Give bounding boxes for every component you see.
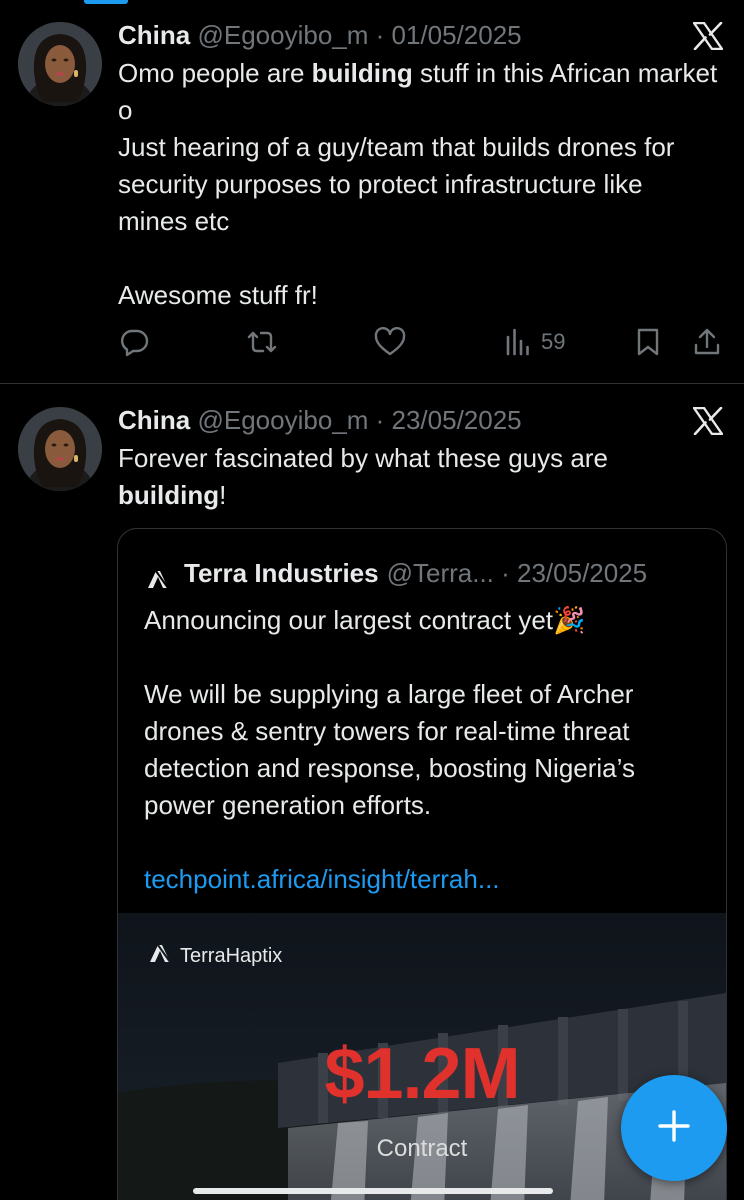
tweet-text: Omo people are building stuff in this Af… [118, 55, 718, 314]
views-button[interactable]: 59 [505, 322, 565, 362]
quote-text: Announcing our largest contract yet🎉 We … [144, 602, 704, 898]
share-button[interactable] [692, 322, 722, 362]
home-indicator[interactable] [193, 1188, 553, 1194]
bookmark-icon [635, 327, 661, 357]
text-bold-segment: building [311, 58, 413, 88]
share-icon [692, 327, 722, 357]
quote-header: Terra Industries @Terra... · 23/05/2025 [146, 556, 647, 590]
text-segment: Omo people are [118, 58, 312, 88]
quote-paragraph: Announcing our largest contract yet🎉 [144, 605, 586, 635]
media-brand: TerraHaptix [148, 943, 282, 969]
tweet-paragraph: Forever fascinated by what these guys ar… [118, 440, 718, 514]
tweet-header: China @Egooyibo_m · 01/05/2025 [118, 18, 522, 52]
timeline: China @Egooyibo_m · 01/05/2025 Omo peopl… [0, 0, 744, 1200]
tweet-paragraph: Just hearing of a guy/team that builds d… [118, 132, 675, 236]
quote-paragraph: We will be supplying a large fleet of Ar… [144, 679, 635, 820]
retweet-button[interactable] [245, 322, 279, 362]
plus-icon [656, 1108, 692, 1149]
reply-button[interactable] [119, 322, 149, 362]
text-segment: ! [219, 480, 227, 510]
tweet-paragraph: Omo people are building stuff in this Af… [118, 55, 718, 129]
tweet-header: China @Egooyibo_m · 23/05/2025 [118, 403, 522, 437]
media-brand-name: TerraHaptix [180, 944, 283, 967]
like-icon [374, 327, 406, 357]
compose-button[interactable] [621, 1075, 727, 1181]
author-name[interactable]: China [118, 405, 190, 435]
tweet-actions: 59 [0, 322, 744, 362]
x-logo-icon[interactable] [692, 21, 724, 51]
terra-logo-icon [146, 563, 170, 589]
tab-indicator [84, 0, 128, 4]
bookmark-button[interactable] [635, 322, 661, 362]
tweet-text: Forever fascinated by what these guys ar… [118, 440, 718, 514]
quote-link[interactable]: techpoint.africa/insight/terrah... [144, 861, 704, 898]
views-count: 59 [541, 329, 566, 354]
terra-logo-icon [148, 943, 180, 969]
views-icon [505, 327, 533, 357]
like-button[interactable] [374, 322, 406, 362]
quote-author-name[interactable]: Terra Industries [184, 556, 379, 590]
x-logo-icon[interactable] [692, 406, 724, 436]
avatar[interactable] [18, 22, 102, 106]
text-bold-segment: building [118, 480, 220, 510]
author-handle-date[interactable]: @Egooyibo_m · 23/05/2025 [197, 405, 521, 435]
retweet-icon [245, 327, 279, 357]
text-segment: Forever fascinated by what these guys ar… [118, 443, 608, 473]
tweet-divider [0, 383, 744, 384]
author-handle-date[interactable]: @Egooyibo_m · 01/05/2025 [197, 20, 521, 50]
avatar[interactable] [18, 407, 102, 491]
quote-handle-date[interactable]: @Terra... · 23/05/2025 [387, 556, 648, 590]
tweet-paragraph: Awesome stuff fr! [118, 280, 318, 310]
reply-icon [119, 327, 149, 357]
author-name[interactable]: China [118, 20, 190, 50]
